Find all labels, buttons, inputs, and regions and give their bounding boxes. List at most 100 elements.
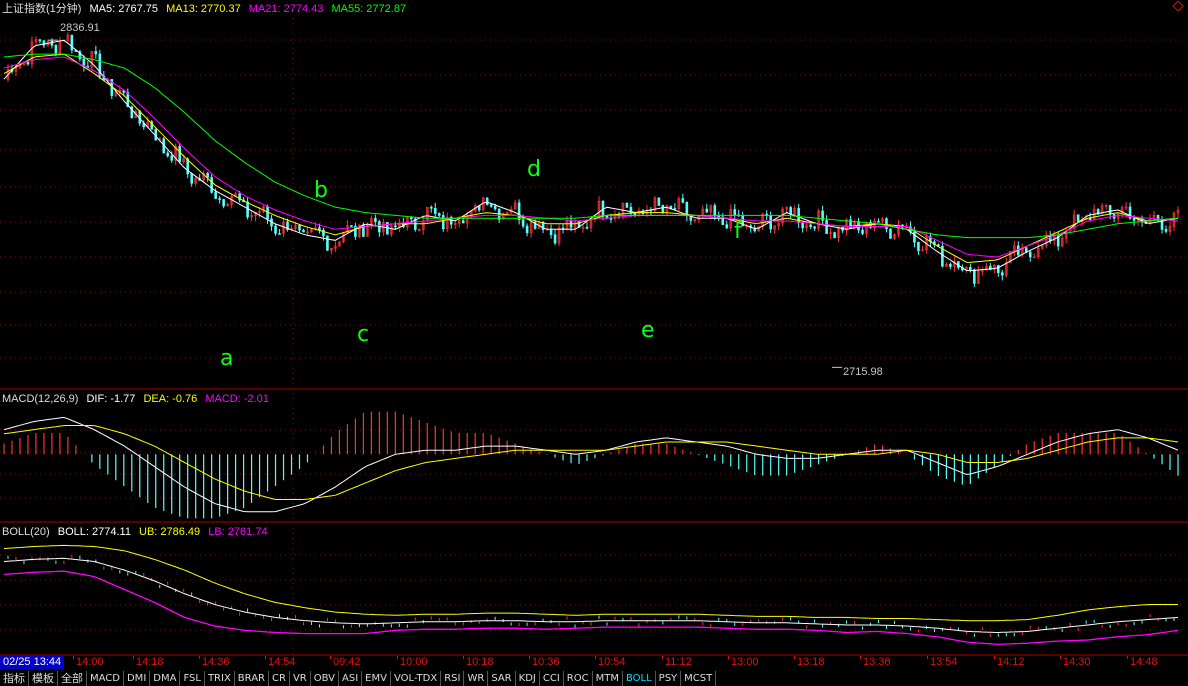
candle-body — [154, 128, 158, 141]
tab-rsi[interactable]: RSI — [441, 671, 465, 686]
candle-body — [429, 206, 433, 209]
tab-mtm[interactable]: MTM — [593, 671, 623, 686]
time-tick-mark — [133, 656, 134, 659]
time-tick-mark — [265, 656, 266, 659]
candle-body — [410, 217, 413, 220]
candle-body — [38, 39, 42, 42]
candle-body — [1000, 272, 1004, 276]
tab-dma[interactable]: DMA — [150, 671, 181, 686]
candle-body — [82, 58, 86, 67]
time-tick-mark — [1127, 656, 1128, 659]
tab-全部[interactable]: 全部 — [58, 671, 87, 686]
tab-brar[interactable]: BRAR — [235, 671, 269, 686]
main-legend: 上证指数(1分钟) MA5: 2767.75 MA13: 2770.37 MA2… — [2, 3, 411, 16]
candle-body — [949, 264, 952, 267]
time-tick: 11:12 — [665, 656, 692, 668]
tab-boll[interactable]: BOLL — [623, 671, 656, 686]
tab-cr[interactable]: CR — [269, 671, 290, 686]
candle-body — [861, 229, 864, 234]
candle-body — [917, 241, 920, 252]
candle-body — [493, 206, 497, 210]
wave-label-d: d — [527, 157, 541, 182]
tab-dmi[interactable]: DMI — [124, 671, 151, 686]
candle-body — [553, 234, 557, 244]
time-tick: 13:36 — [863, 656, 891, 668]
tab-emv[interactable]: EMV — [362, 671, 391, 686]
time-tick-mark — [927, 656, 928, 659]
candle-body — [973, 269, 976, 284]
candle-body — [210, 177, 213, 193]
candle-body — [1160, 220, 1164, 230]
time-tick: 10:54 — [598, 656, 626, 668]
tab-mcst[interactable]: MCST — [681, 671, 717, 686]
time-tick-mark — [794, 656, 795, 659]
tab-psy[interactable]: PSY — [656, 671, 682, 686]
tab-trix[interactable]: TRIX — [205, 671, 235, 686]
candle-body — [725, 224, 729, 229]
chart-canvas[interactable] — [0, 0, 1188, 656]
time-tick: 14:30 — [1063, 656, 1091, 668]
tab-vol-tdx[interactable]: VOL-TDX — [391, 671, 442, 686]
candle-body — [713, 205, 717, 217]
time-tick: 14:48 — [1130, 656, 1158, 668]
candle-body — [889, 228, 892, 239]
candle-body — [877, 220, 880, 223]
candle-body — [190, 173, 193, 184]
time-tick: 13:18 — [797, 656, 825, 668]
tab-roc[interactable]: ROC — [564, 671, 593, 686]
macd-legend: MACD(12,26,9) DIF: -1.77 DEA: -0.76 MACD… — [2, 393, 274, 406]
macd-title: MACD(12,26,9) — [2, 393, 79, 405]
candle-body — [681, 198, 685, 203]
tab-obv[interactable]: OBV — [311, 671, 339, 686]
tab-wr[interactable]: WR — [464, 671, 489, 686]
candle-body — [525, 225, 529, 234]
ma55-value: MA55: 2772.87 — [331, 3, 407, 15]
time-tick: 09:42 — [333, 656, 361, 668]
boll-mid-line — [3, 557, 1179, 634]
indicator-tabbar: 指标 模板 全部 MACD DMI DMA FSL TRIX BRAR CR VR OBV ASI EMV… — [0, 671, 1188, 686]
dea-value: DEA: -0.76 — [143, 393, 198, 405]
candle-body — [433, 207, 437, 214]
candle-body — [801, 222, 804, 229]
tab-vr[interactable]: VR — [290, 671, 311, 686]
boll-value: BOLL: 2774.11 — [57, 526, 131, 538]
boll-ub-line — [3, 544, 1178, 622]
tab-fsl[interactable]: FSL — [180, 671, 205, 686]
candle-body — [70, 34, 74, 51]
candle-body — [326, 235, 329, 251]
tab-sar[interactable]: SAR — [488, 671, 516, 686]
macd-value: MACD: -2.01 — [205, 393, 269, 405]
tab-指标[interactable]: 指标 — [0, 671, 29, 686]
tab-模板[interactable]: 模板 — [29, 671, 58, 686]
wave-label-b: b — [314, 178, 328, 203]
tab-asi[interactable]: ASI — [339, 671, 363, 686]
candle-body — [170, 155, 174, 161]
time-tick-mark — [463, 656, 464, 659]
candle-body — [585, 226, 589, 229]
candle-body — [673, 208, 677, 210]
time-tick: 13:00 — [731, 656, 759, 668]
candle-body — [214, 192, 217, 199]
time-tick-mark — [1060, 656, 1061, 659]
candle-body — [394, 225, 397, 228]
cursor-date-label: 02/25 13:44 — [0, 656, 65, 669]
tab-macd[interactable]: MACD — [87, 671, 124, 686]
time-tick-mark — [529, 656, 530, 659]
tab-kdj[interactable]: KDJ — [516, 671, 540, 686]
candle-body — [1028, 251, 1032, 258]
tab-cci[interactable]: CCI — [540, 671, 564, 686]
candle-body — [350, 225, 353, 227]
candle-body — [206, 172, 209, 178]
candle-body — [26, 62, 30, 65]
wave-label-e: e — [641, 318, 655, 343]
time-tick-mark — [330, 656, 331, 659]
candle-body — [441, 215, 445, 230]
candle-body — [833, 232, 836, 238]
candle-body — [374, 218, 377, 222]
low-price-label: 2715.98 — [843, 366, 883, 378]
candle-body — [705, 208, 709, 213]
time-tick-mark — [595, 656, 596, 659]
boll-title: BOLL(20) — [2, 526, 50, 538]
candle-body — [685, 201, 689, 217]
time-tick-mark — [994, 656, 995, 659]
